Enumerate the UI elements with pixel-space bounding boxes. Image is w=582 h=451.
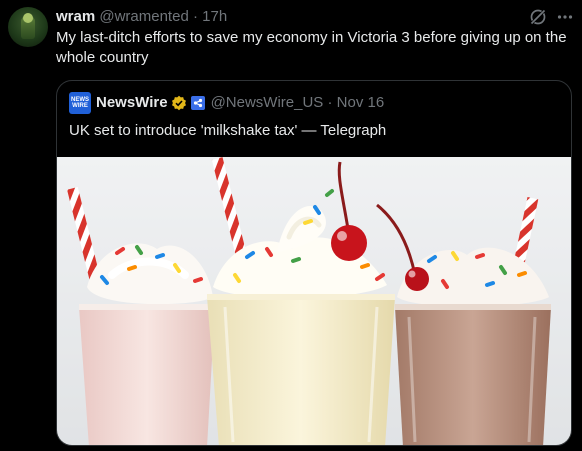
quoted-text: UK set to introduce 'milkshake tax' — Te… — [69, 122, 387, 139]
milkshake-photo[interactable] — [57, 157, 571, 446]
quoted-header: NEWS WIRE NewsWire @NewsWire_US · Nov 16 — [69, 92, 385, 114]
quoted-tweet[interactable]: NEWS WIRE NewsWire @NewsWire_US · Nov 16… — [56, 80, 572, 446]
quoted-author-name[interactable]: NewsWire — [96, 94, 168, 111]
verified-badge-icon — [171, 95, 186, 111]
quoted-author-handle[interactable]: @NewsWire_US — [211, 94, 324, 111]
separator-dot: · — [192, 8, 198, 25]
author-name[interactable]: wram — [56, 8, 95, 25]
quoted-avatar[interactable]: NEWS WIRE — [69, 92, 91, 114]
affiliate-badge-icon — [190, 96, 205, 111]
more-icon[interactable] — [556, 8, 574, 26]
author-handle[interactable]: @wramented — [99, 8, 188, 25]
avatar-text-bottom: WIRE — [72, 103, 88, 109]
avatar[interactable] — [8, 7, 48, 47]
quoted-date[interactable]: Nov 16 — [337, 94, 385, 111]
grok-icon[interactable] — [529, 8, 547, 26]
tweet-header: wram @wramented · 17h — [56, 7, 522, 27]
tweet-text: My last-ditch efforts to save my economy… — [56, 29, 567, 66]
quoted-separator-dot: · — [327, 94, 333, 111]
avatar-head — [23, 13, 33, 23]
tweet-time[interactable]: 17h — [202, 8, 227, 25]
